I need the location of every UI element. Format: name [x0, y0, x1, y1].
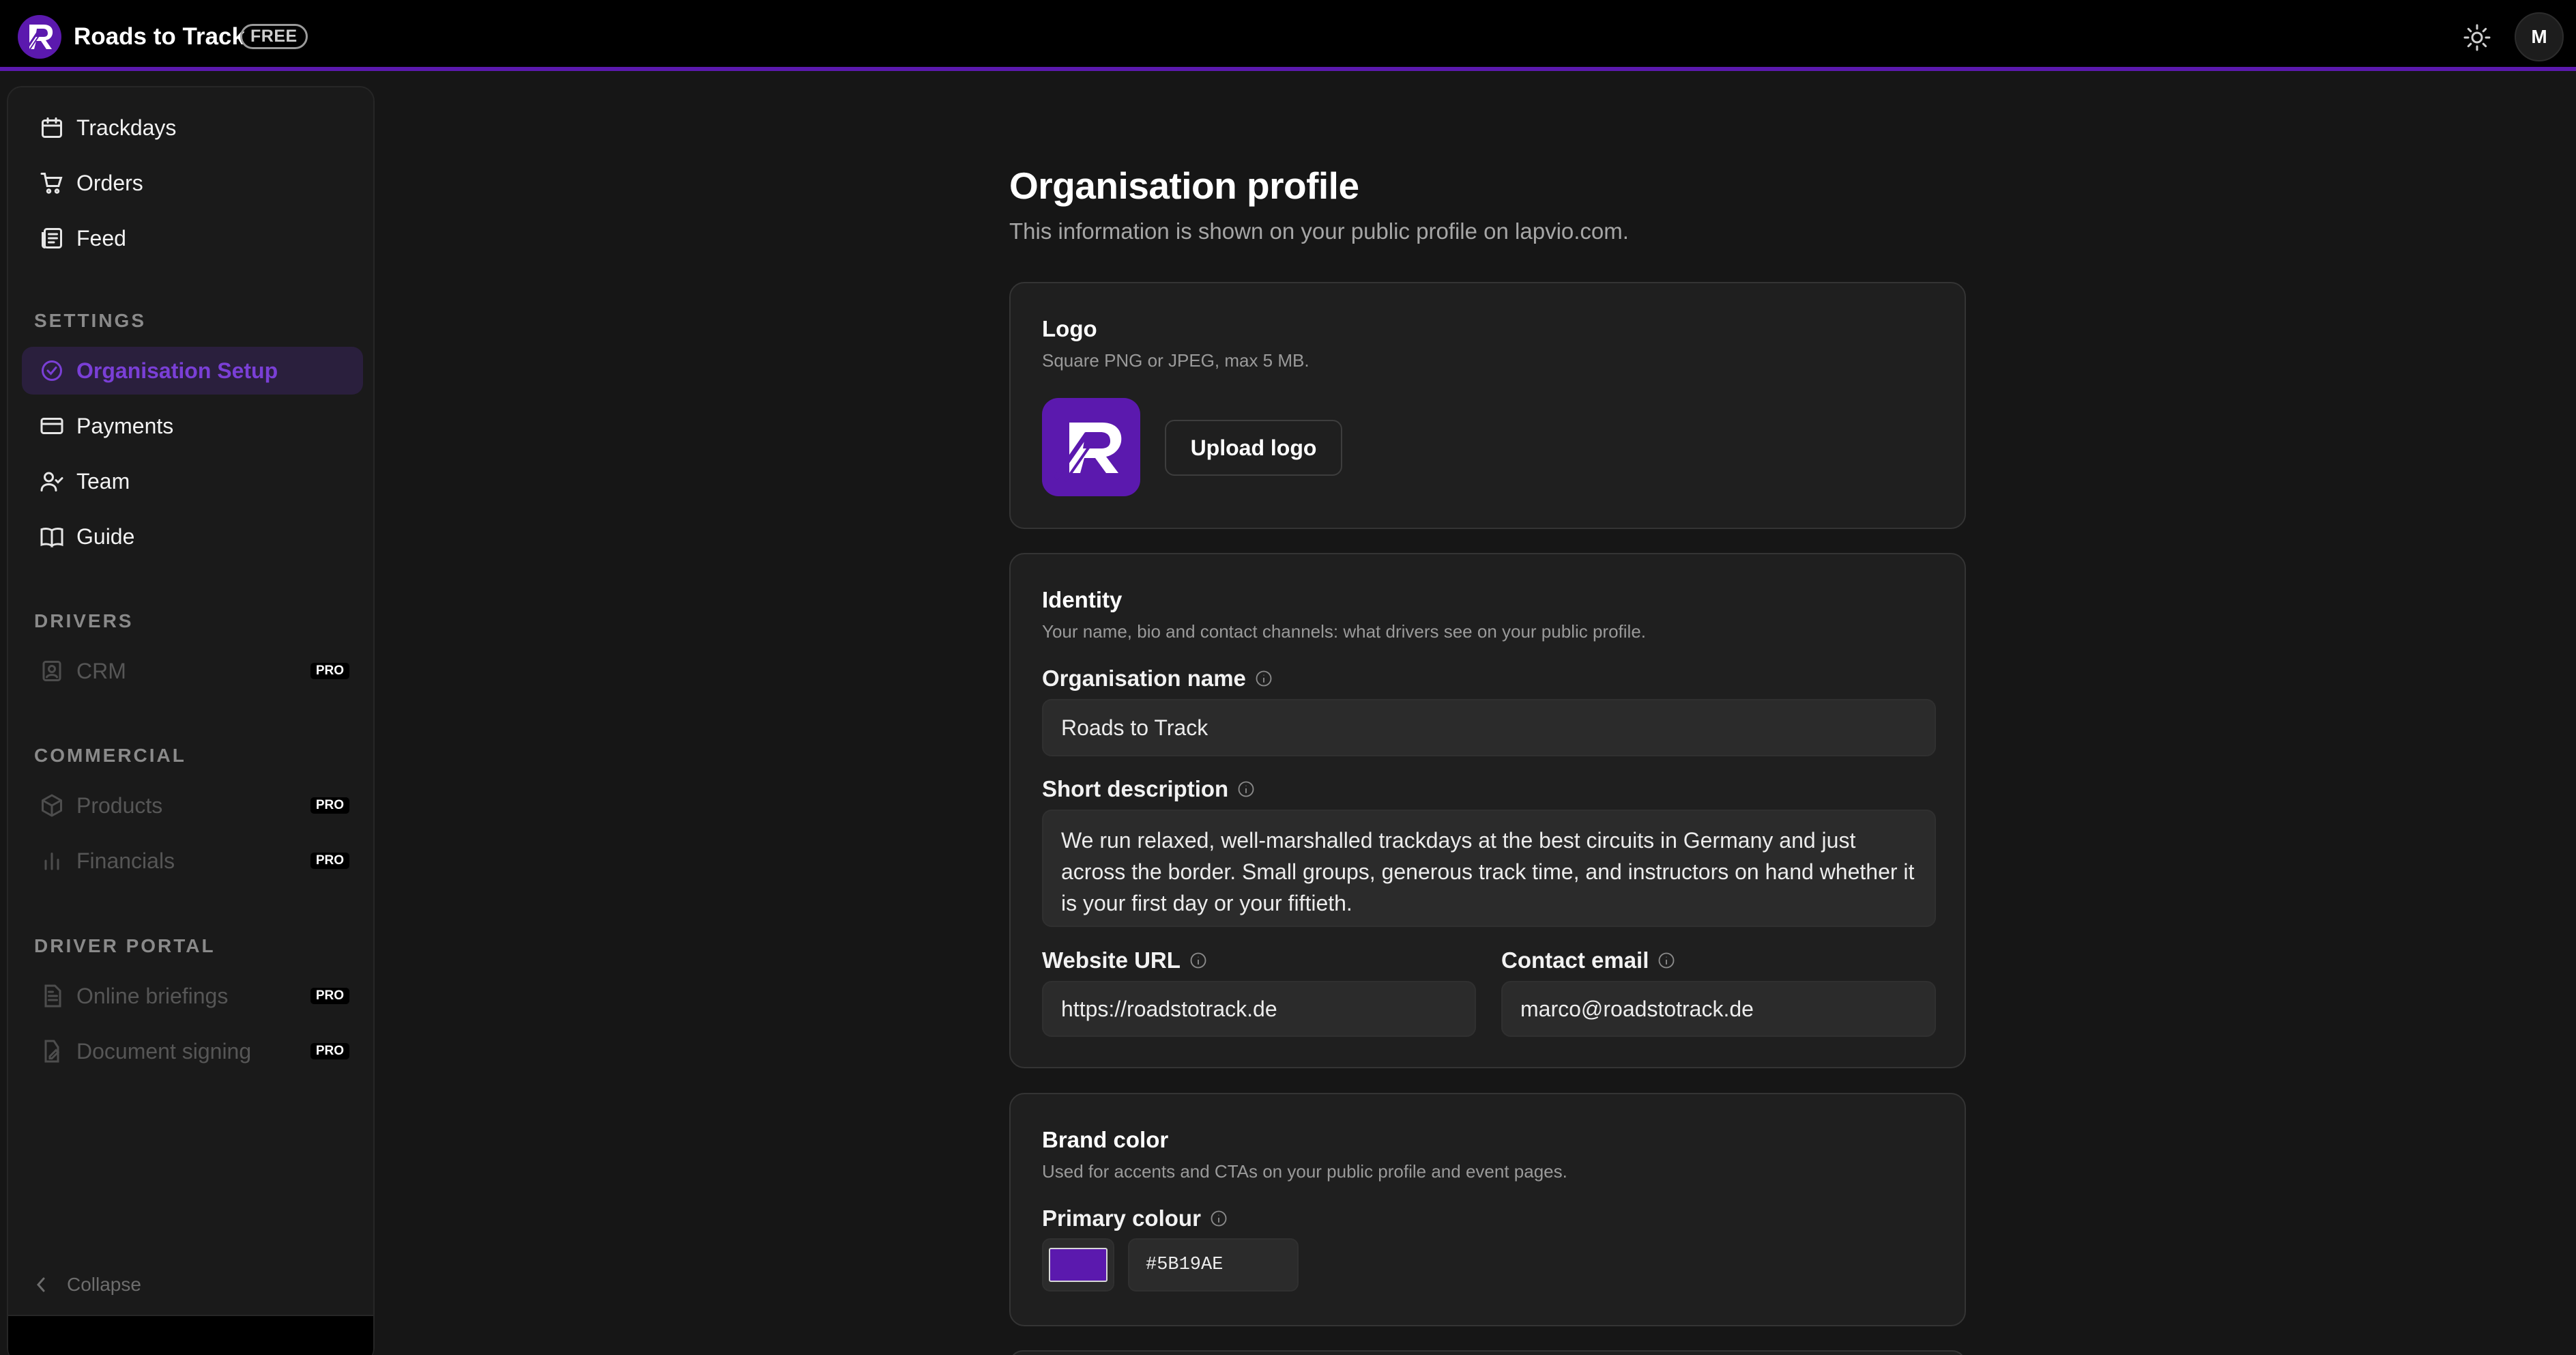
info-icon[interactable]: [1236, 780, 1256, 799]
org-name-input[interactable]: [1042, 699, 1936, 756]
contact-email-label: Contact email: [1501, 947, 1676, 973]
card-subtitle: Used for accents and CTAs on your public…: [1042, 1161, 1567, 1182]
avatar[interactable]: M: [2515, 12, 2564, 61]
sidebar-item-feed[interactable]: Feed: [22, 214, 363, 262]
card-subtitle: Your name, bio and contact channels: wha…: [1042, 621, 1647, 642]
sidebar-item-products[interactable]: Products PRO: [22, 782, 363, 829]
sun-icon[interactable]: [2462, 23, 2492, 53]
calendar-icon: [40, 115, 64, 140]
cart-icon: [40, 171, 64, 195]
credit-card-icon: [40, 414, 64, 438]
website-url-input[interactable]: [1042, 981, 1476, 1037]
sidebar-item-label: Guide: [76, 524, 135, 549]
pro-badge: PRO: [310, 1043, 349, 1059]
info-icon[interactable]: [1657, 951, 1676, 970]
info-icon[interactable]: [1254, 669, 1273, 688]
primary-colour-label: Primary colour: [1042, 1206, 1228, 1231]
color-picker-swatch[interactable]: [1042, 1238, 1114, 1292]
sidebar: Trackdays Orders Feed SETTINGS Organisat…: [7, 86, 375, 1355]
org-name-label: Organisation name: [1042, 666, 1273, 691]
section-heading-settings: SETTINGS: [34, 310, 147, 331]
book-icon: [40, 524, 64, 549]
sidebar-item-trackdays[interactable]: Trackdays: [22, 104, 363, 152]
sidebar-item-label: Team: [76, 469, 130, 494]
website-url-label: Website URL: [1042, 947, 1208, 973]
file-signature-icon: [40, 1039, 64, 1064]
sidebar-item-label: Online briefings: [76, 984, 229, 1008]
check-circle-icon: [40, 358, 64, 383]
logo-preview: [1042, 398, 1140, 496]
next-card-edge: [1009, 1350, 1966, 1355]
sidebar-item-label: Payments: [76, 414, 174, 438]
sidebar-footer: [8, 1315, 373, 1355]
contact-icon: [40, 659, 64, 683]
section-heading-commercial: COMMERCIAL: [34, 745, 186, 766]
app-name[interactable]: Roads to Track: [74, 23, 245, 51]
contact-email-input[interactable]: [1501, 981, 1936, 1037]
page-title: Organisation profile: [1009, 165, 1359, 207]
sidebar-item-label: Trackdays: [76, 115, 177, 140]
bar-chart-icon: [40, 848, 64, 873]
card-title: Brand color: [1042, 1127, 1169, 1152]
short-description-textarea[interactable]: We run relaxed, well-marshalled trackday…: [1042, 810, 1936, 927]
short-description-label: Short description: [1042, 776, 1256, 802]
sidebar-item-payments[interactable]: Payments: [22, 402, 363, 450]
file-text-icon: [40, 984, 64, 1008]
card-title: Identity: [1042, 587, 1123, 612]
hex-color-input[interactable]: [1128, 1238, 1299, 1292]
section-heading-drivers: DRIVERS: [34, 610, 134, 631]
top-bar: Roads to Track FREE M: [0, 0, 2576, 71]
sidebar-item-team[interactable]: Team: [22, 457, 363, 505]
newspaper-icon: [40, 226, 64, 251]
plan-badge: FREE: [240, 24, 308, 49]
sidebar-item-label: Feed: [76, 226, 126, 251]
pro-badge: PRO: [310, 797, 349, 814]
card-title: Logo: [1042, 316, 1097, 341]
pro-badge: PRO: [310, 663, 349, 679]
card-subtitle: Square PNG or JPEG, max 5 MB.: [1042, 350, 1309, 371]
pro-badge: PRO: [310, 853, 349, 869]
sidebar-item-orders[interactable]: Orders: [22, 159, 363, 207]
logo-card: Logo Square PNG or JPEG, max 5 MB. Uploa…: [1009, 282, 1966, 529]
sidebar-item-document-signing[interactable]: Document signing PRO: [22, 1027, 363, 1075]
brand-logo-icon[interactable]: [18, 15, 61, 59]
brand-color-card: Brand color Used for accents and CTAs on…: [1009, 1093, 1966, 1326]
sidebar-item-guide[interactable]: Guide: [22, 513, 363, 560]
users-icon: [40, 469, 64, 494]
sidebar-item-label: Orders: [76, 171, 143, 195]
sidebar-item-label: Document signing: [76, 1039, 252, 1064]
chevron-left-icon: [36, 1277, 45, 1292]
sidebar-item-label: Organisation Setup: [76, 358, 278, 383]
sidebar-item-label: Products: [76, 793, 163, 818]
section-heading-driver-portal: DRIVER PORTAL: [34, 935, 216, 956]
info-icon[interactable]: [1189, 951, 1208, 970]
collapse-button[interactable]: Collapse: [34, 1274, 141, 1296]
info-icon[interactable]: [1209, 1209, 1228, 1228]
pro-badge: PRO: [310, 988, 349, 1004]
package-icon: [40, 793, 64, 818]
sidebar-item-label: CRM: [76, 659, 126, 683]
sidebar-item-crm[interactable]: CRM PRO: [22, 647, 363, 695]
sidebar-item-financials[interactable]: Financials PRO: [22, 837, 363, 885]
page-subtitle: This information is shown on your public…: [1009, 218, 1629, 244]
sidebar-item-online-briefings[interactable]: Online briefings PRO: [22, 972, 363, 1020]
color-swatch-fill: [1049, 1248, 1108, 1282]
collapse-label: Collapse: [67, 1274, 141, 1295]
upload-logo-button[interactable]: Upload logo: [1165, 420, 1342, 476]
sidebar-item-label: Financials: [76, 848, 175, 873]
identity-card: Identity Your name, bio and contact chan…: [1009, 553, 1966, 1068]
sidebar-item-organisation-setup[interactable]: Organisation Setup: [22, 347, 363, 395]
